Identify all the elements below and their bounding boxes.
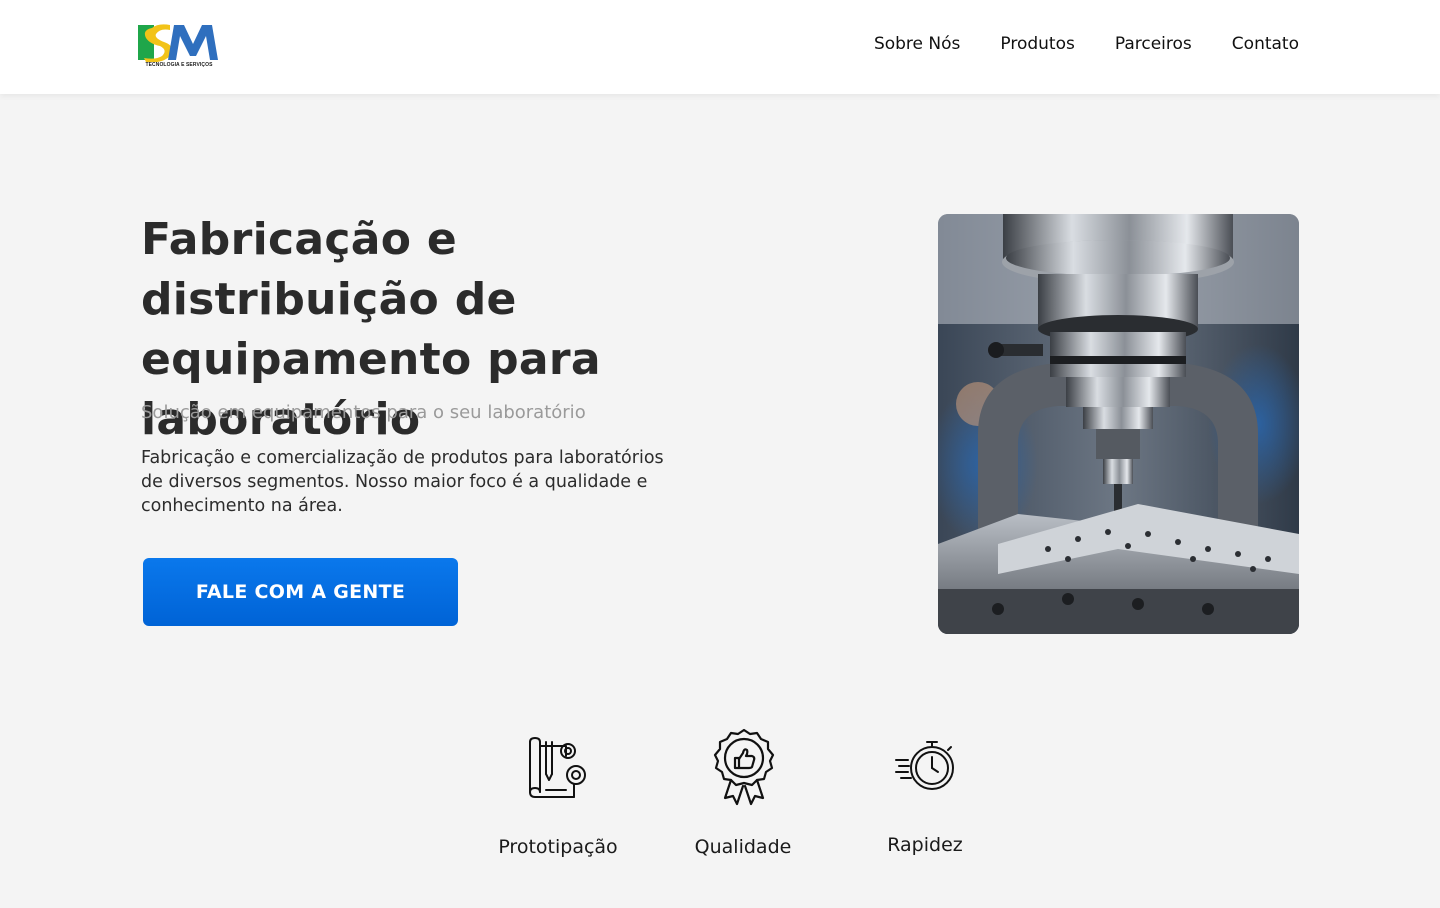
logo-tagline: TECNOLOGIA E SERVIÇOS [145,62,213,68]
hero-machine-image [938,214,1299,634]
nav-link-parceiros[interactable]: Parceiros [1115,32,1192,56]
cnc-machine-illustration [938,214,1299,634]
quality-badge-icon [713,728,775,806]
feature-prototipacao: Prototipação [488,730,628,870]
hero-subtitle: Solução em equipamentos para o seu labor… [141,402,586,423]
feature-qualidade: Qualidade [675,728,811,868]
feature-label-rapidez: Rapidez [887,834,963,856]
nav-link-sobre-nos[interactable]: Sobre Nós [874,32,960,56]
ism-logo[interactable]: TECNOLOGIA E SERVIÇOS [138,22,220,70]
hero-description: Fabricação e comercialização de produtos… [141,448,664,516]
feature-label-prototipacao: Prototipação [498,836,618,858]
ism-logo-mark [138,24,218,62]
main-nav: Sobre Nós Produtos Parceiros Contato [874,32,1299,56]
feature-label-qualidade: Qualidade [694,836,792,858]
nav-link-contato[interactable]: Contato [1232,32,1299,56]
prototyping-icon [529,737,586,798]
contact-cta-button[interactable]: FALE COM A GENTE [143,558,458,626]
stopwatch-icon [895,741,954,790]
nav-link-produtos[interactable]: Produtos [1000,32,1074,56]
feature-rapidez: Rapidez [862,736,988,866]
site-header: TECNOLOGIA E SERVIÇOS Sobre Nós Produtos… [0,0,1440,94]
